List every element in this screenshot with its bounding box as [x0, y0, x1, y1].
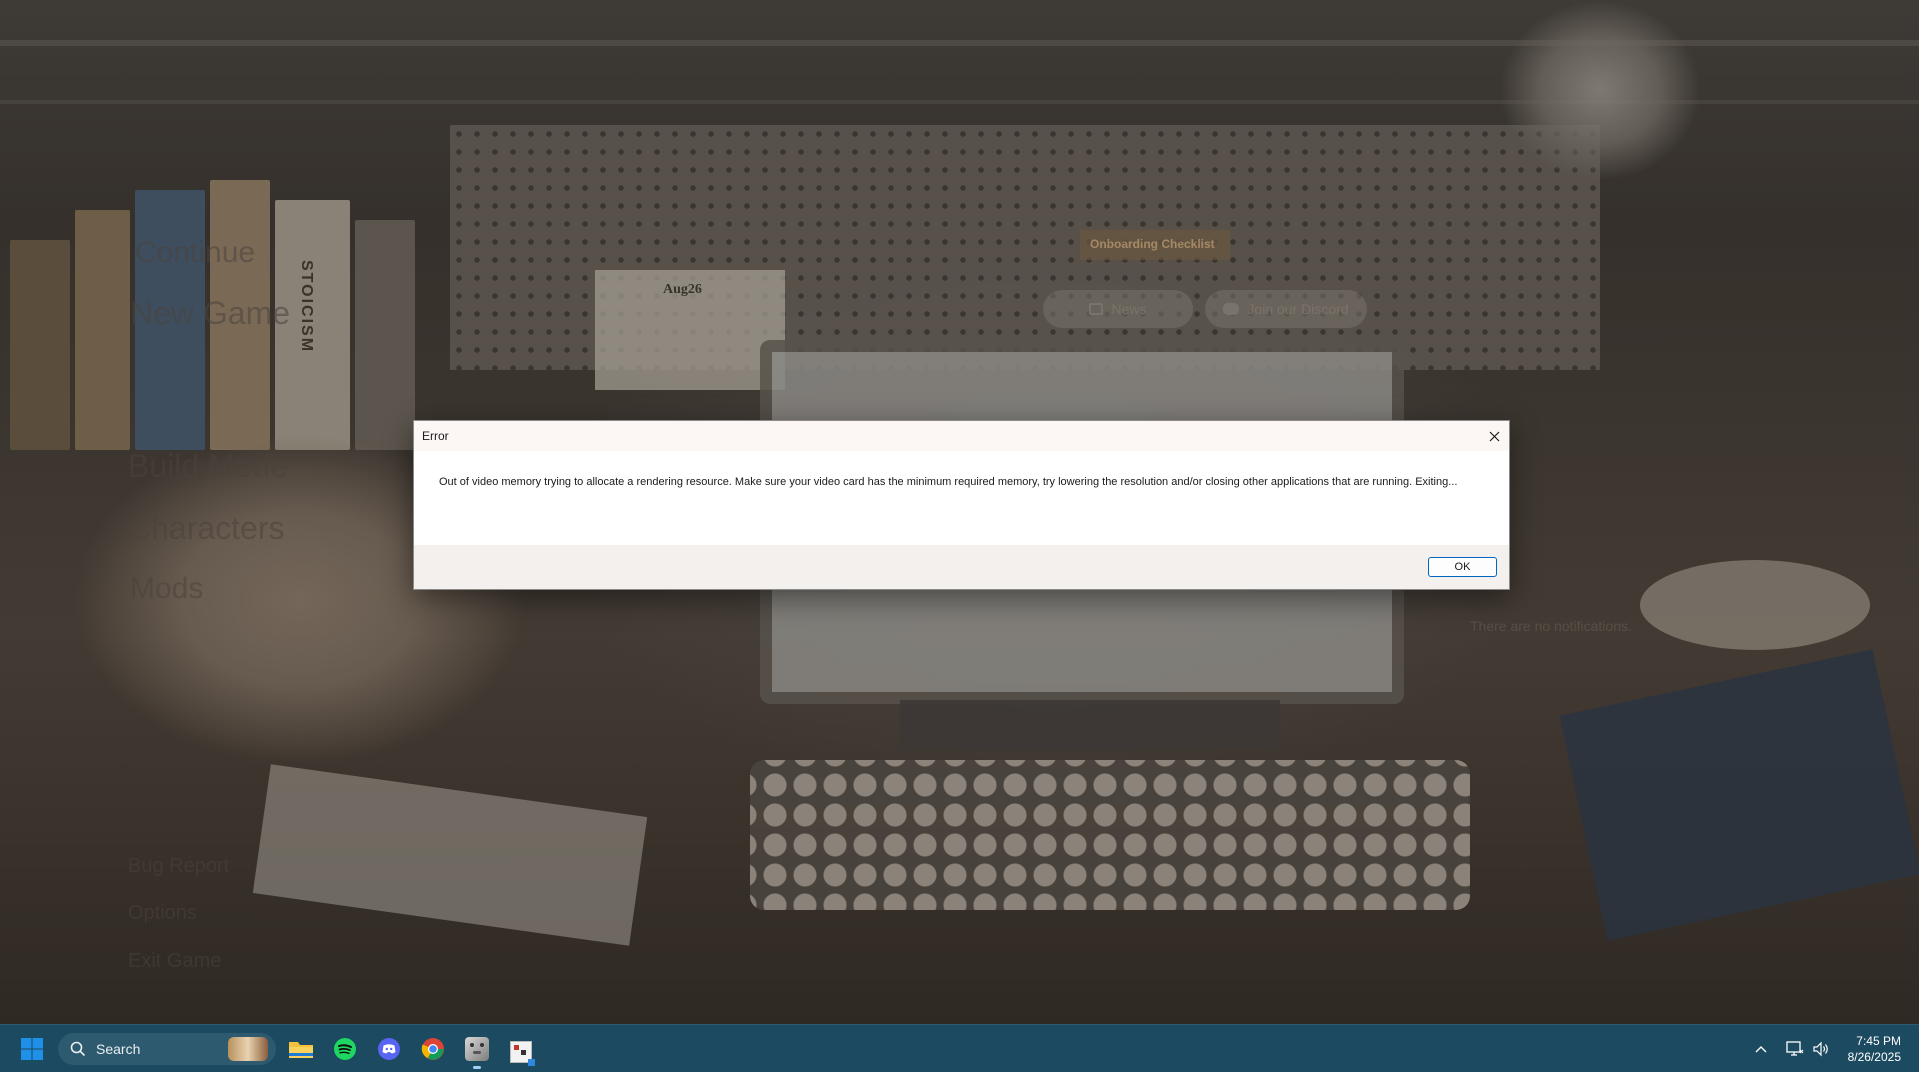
pinned-card-title: Onboarding Checklist	[1090, 237, 1215, 251]
error-message: Out of video memory trying to allocate a…	[439, 476, 1458, 488]
desk-lamp-base	[1640, 560, 1870, 650]
pixel-app-icon	[510, 1041, 535, 1066]
typewriter-keyboard	[750, 760, 1470, 910]
speaker-icon	[1813, 1041, 1828, 1057]
network-icon	[1786, 1041, 1804, 1056]
search-placeholder: Search	[96, 1041, 141, 1057]
clock-time: 7:45 PM	[1856, 1034, 1901, 1048]
spotify-icon	[334, 1038, 356, 1060]
close-icon	[1489, 431, 1499, 441]
network-button[interactable]	[1782, 1033, 1808, 1065]
chrome-icon	[421, 1038, 444, 1060]
pinned-card: Onboarding Checklist	[1080, 230, 1230, 260]
news-label: News	[1111, 301, 1147, 317]
dialog-footer: OK	[414, 545, 1509, 589]
discord-icon	[1223, 303, 1240, 315]
show-hidden-icons-button[interactable]	[1749, 1033, 1773, 1065]
discord-link-button[interactable]: Join our Discord	[1205, 290, 1367, 328]
menu-bug-report[interactable]: Bug Report	[128, 855, 229, 878]
error-dialog: Error Out of video memory trying to allo…	[413, 420, 1510, 590]
search-icon	[70, 1041, 86, 1057]
news-button[interactable]: News	[1043, 290, 1193, 328]
monitor-stand	[900, 700, 1280, 750]
news-icon	[1089, 303, 1104, 315]
menu-exit-game[interactable]: Exit Game	[128, 950, 221, 973]
windows-start-icon	[21, 1038, 43, 1060]
desk-lamp-shade	[1500, 0, 1700, 180]
clock-date: 8/26/2025	[1847, 1050, 1901, 1064]
taskbar-search[interactable]: Search	[58, 1033, 276, 1065]
game-app-button[interactable]	[461, 1033, 493, 1069]
spotify-button[interactable]	[329, 1033, 361, 1065]
sticky-note-title: Aug26	[663, 282, 702, 297]
game-app-icon	[465, 1037, 489, 1061]
search-highlight-icon	[228, 1037, 268, 1061]
close-button[interactable]	[1479, 421, 1509, 451]
notifications-empty-text: There are no notifications.	[1470, 618, 1632, 634]
menu-mods[interactable]: Mods	[130, 572, 203, 606]
menu-new-game[interactable]: New Game	[130, 295, 290, 332]
menu-continue[interactable]: Continue	[135, 236, 255, 270]
menu-options[interactable]: Options	[128, 902, 197, 925]
discord-button[interactable]	[373, 1033, 405, 1065]
ok-button[interactable]: OK	[1428, 557, 1497, 577]
active-indicator	[473, 1066, 481, 1069]
taskbar: Search 7:45 PM 8/26/2025	[0, 1024, 1919, 1072]
system-clock[interactable]: 7:45 PM 8/26/2025	[1848, 1033, 1901, 1065]
file-explorer-icon	[289, 1042, 313, 1058]
notebook	[1559, 649, 1919, 941]
dialog-body: Out of video memory trying to allocate a…	[414, 451, 1509, 545]
discord-link-label: Join our Discord	[1247, 301, 1349, 317]
dialog-title: Error	[422, 429, 449, 443]
chrome-button[interactable]	[417, 1033, 449, 1065]
pixel-app-button[interactable]	[505, 1033, 537, 1066]
chevron-up-icon	[1755, 1046, 1767, 1053]
discord-taskbar-icon	[378, 1038, 400, 1060]
dialog-titlebar[interactable]: Error	[414, 421, 1509, 451]
file-explorer-button[interactable]	[285, 1033, 317, 1065]
menu-characters[interactable]: Characters	[128, 510, 285, 547]
volume-button[interactable]	[1808, 1033, 1834, 1065]
menu-build-mode[interactable]: Build Mode	[128, 448, 288, 485]
start-button[interactable]	[16, 1033, 48, 1065]
